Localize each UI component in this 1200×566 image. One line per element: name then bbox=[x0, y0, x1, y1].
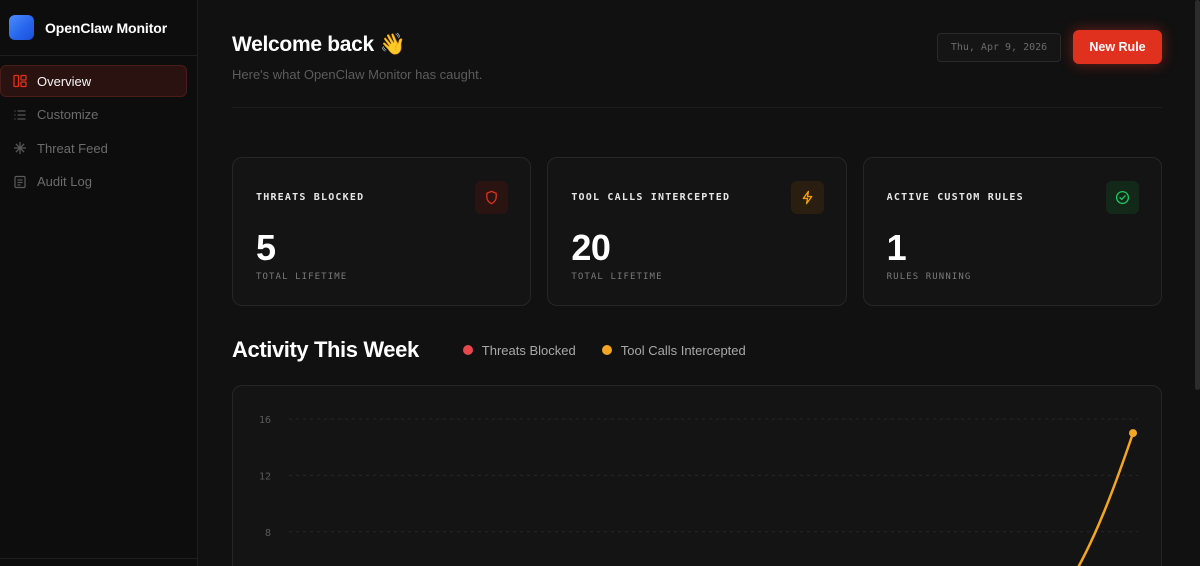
sidebar-item-label: Threat Feed bbox=[37, 140, 108, 156]
stat-title: TOOL CALLS INTERCEPTED bbox=[571, 192, 731, 203]
chart-y-tick-label: 8 bbox=[265, 528, 271, 539]
stat-card-threats-blocked: THREATS BLOCKED 5 TOTAL LIFETIME bbox=[232, 157, 532, 306]
shield-icon bbox=[475, 181, 509, 214]
chart-y-tick-label: 12 bbox=[259, 471, 271, 482]
stat-value: 20 bbox=[571, 227, 611, 268]
lightning-icon bbox=[790, 181, 824, 214]
chart-y-tick-label: 16 bbox=[259, 415, 271, 426]
activity-title: Activity This Week bbox=[232, 337, 419, 362]
page-title: Welcome back 👋 bbox=[232, 33, 406, 56]
stat-subtitle: TOTAL LIFETIME bbox=[571, 272, 663, 282]
series-line-tool-calls bbox=[1077, 432, 1135, 566]
stat-value: 5 bbox=[256, 227, 276, 268]
document-icon bbox=[13, 175, 27, 189]
stats-row: THREATS BLOCKED 5 TOTAL LIFETIME TOOL CA… bbox=[232, 157, 1162, 306]
stat-value: 1 bbox=[886, 227, 907, 268]
check-circle-icon bbox=[1105, 181, 1139, 214]
sidebar-item-threat-feed[interactable]: Threat Feed bbox=[0, 132, 187, 164]
stat-title: ACTIVE CUSTOM RULES bbox=[886, 192, 1024, 203]
page-header: Welcome back 👋 Here's what OpenClaw Moni… bbox=[232, 0, 1162, 108]
page-subtitle: Here's what OpenClaw Monitor has caught. bbox=[232, 67, 483, 82]
sidebar-nav: Overview Customize Threat Feed Audit Log bbox=[0, 56, 197, 198]
sidebar-item-customize[interactable]: Customize bbox=[0, 99, 187, 131]
app-root: OpenClaw Monitor Overview Customize Thre… bbox=[0, 0, 1200, 566]
new-rule-button[interactable]: New Rule bbox=[1073, 30, 1162, 64]
stat-card-custom-rules: ACTIVE CUSTOM RULES 1 RULES RUNNING bbox=[862, 157, 1162, 306]
legend-item-tool-calls[interactable]: Tool Calls Intercepted bbox=[601, 342, 746, 358]
sidebar-item-audit-log[interactable]: Audit Log bbox=[0, 166, 187, 198]
sidebar-item-label: Customize bbox=[37, 107, 99, 122]
legend-label: Threats Blocked bbox=[481, 342, 576, 358]
stat-title: THREATS BLOCKED bbox=[256, 192, 365, 203]
asterisk-icon bbox=[13, 141, 27, 155]
legend-dot bbox=[601, 345, 612, 355]
activity-chart: 16 12 8 bbox=[232, 385, 1162, 566]
legend-label: Tool Calls Intercepted bbox=[620, 342, 746, 358]
data-point[interactable] bbox=[1129, 429, 1137, 438]
activity-header: Activity This Week Threats Blocked Tool … bbox=[232, 336, 1162, 364]
app-name: OpenClaw Monitor bbox=[45, 19, 168, 36]
stat-subtitle: TOTAL LIFETIME bbox=[256, 272, 348, 282]
app-logo-icon bbox=[9, 15, 34, 40]
list-icon bbox=[13, 108, 27, 122]
sidebar-footer-divider bbox=[0, 558, 197, 559]
layout-icon bbox=[13, 74, 27, 88]
sidebar-item-label: Overview bbox=[37, 73, 92, 89]
date-display: Thu, Apr 9, 2026 bbox=[937, 33, 1061, 62]
sidebar: OpenClaw Monitor Overview Customize Thre… bbox=[0, 0, 198, 566]
stat-subtitle: RULES RUNNING bbox=[886, 272, 972, 282]
brand[interactable]: OpenClaw Monitor bbox=[0, 0, 197, 56]
chart-svg: 16 12 8 bbox=[259, 415, 1138, 566]
legend-item-threats[interactable]: Threats Blocked bbox=[462, 342, 576, 358]
stat-card-tool-calls: TOOL CALLS INTERCEPTED 20 TOTAL LIFETIME bbox=[547, 157, 847, 306]
scrollbar[interactable] bbox=[1195, 0, 1200, 390]
legend-dot bbox=[462, 345, 473, 355]
sidebar-item-overview[interactable]: Overview bbox=[0, 65, 187, 97]
sidebar-item-label: Audit Log bbox=[37, 174, 92, 189]
